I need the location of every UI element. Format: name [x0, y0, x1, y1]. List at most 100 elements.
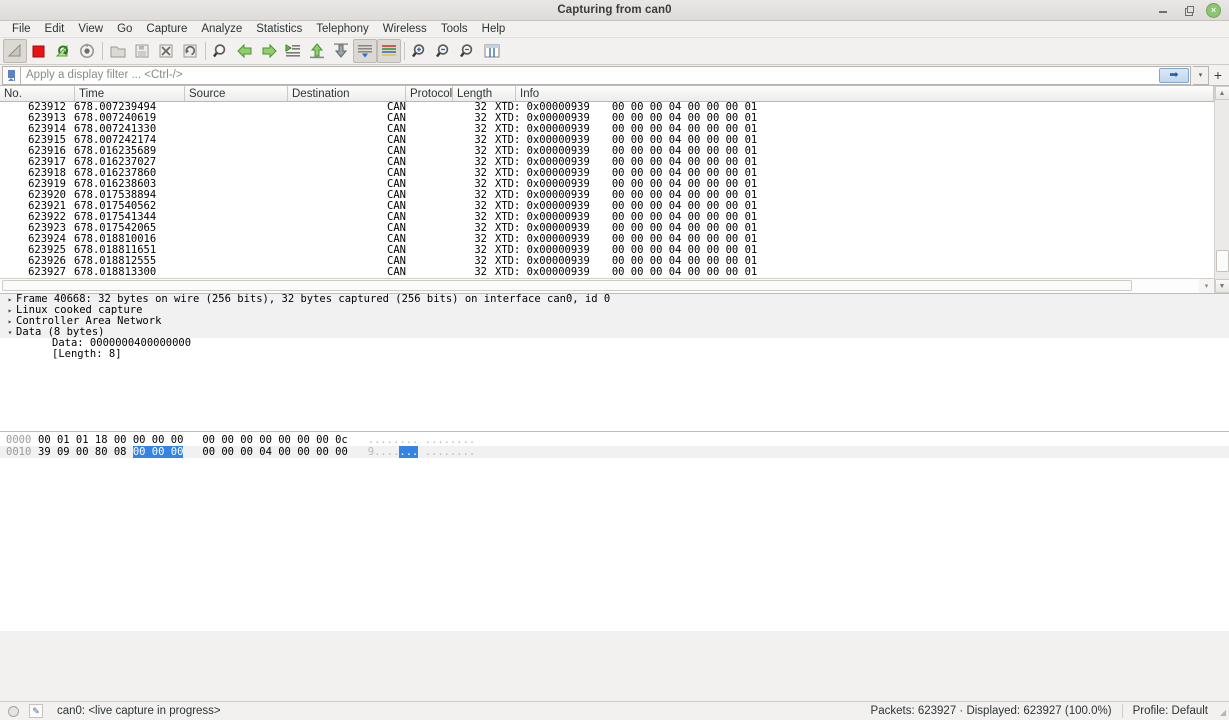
wireshark-window: Capturing from can0 × File Edit View Go …: [0, 0, 1229, 720]
resize-columns-icon[interactable]: [480, 39, 504, 63]
menu-statistics[interactable]: Statistics: [249, 21, 309, 38]
start-capture-icon[interactable]: [3, 39, 27, 63]
cell-no: 623927: [28, 266, 66, 278]
cell-destination: [280, 267, 385, 278]
display-filter-input[interactable]: Apply a display filter ... <Ctrl-/>: [20, 65, 1191, 85]
go-last-packet-icon[interactable]: [329, 39, 353, 63]
toolbar-separator-1: [102, 42, 103, 60]
packet-list-hscrollbar[interactable]: ▾: [0, 278, 1214, 293]
cell-destination: [280, 223, 385, 234]
packet-list-rows[interactable]: 623912 678.007239494 CAN 32 XTD: 0x00000939 0…: [0, 102, 1214, 278]
scroll-up-arrow[interactable]: ▲: [1214, 86, 1229, 100]
cell-destination: [280, 212, 385, 223]
detail-row[interactable]: Data: 0000000400000000: [0, 338, 1229, 349]
packet-counts-text: Packets: 623927 · Displayed: 623927 (100…: [870, 705, 1112, 717]
cell-source: [180, 256, 280, 267]
apply-filter-button[interactable]: ➡: [1159, 67, 1189, 83]
cell-destination: [280, 245, 385, 256]
detail-row[interactable]: ▸ Frame 40668: 32 bytes on wire (256 bits…: [0, 294, 1229, 305]
menu-go[interactable]: Go: [110, 21, 139, 38]
column-header-info[interactable]: Info: [516, 86, 1214, 101]
profile-text[interactable]: Profile: Default: [1133, 705, 1208, 717]
cell-destination: [280, 168, 385, 179]
go-first-packet-icon[interactable]: [305, 39, 329, 63]
table-row[interactable]: 623927 678.018813300 CAN 32 XTD: 0x00000939 0…: [0, 267, 1214, 278]
chevron-right-icon[interactable]: ▸: [4, 294, 16, 305]
packet-list-vscrollbar[interactable]: ▲ ▼: [1214, 86, 1229, 293]
hex-bytes: 00 01 01 18 00 00 00 00 00 00 00 00 00 0…: [38, 433, 348, 446]
menu-file[interactable]: File: [5, 21, 38, 38]
cell-source: [180, 168, 280, 179]
colorize-packets-icon[interactable]: [377, 39, 401, 63]
cell-destination: [280, 201, 385, 212]
menu-help[interactable]: Help: [475, 21, 513, 38]
zoom-out-icon[interactable]: [432, 39, 456, 63]
title-bar: Capturing from can0 ×: [0, 0, 1229, 21]
cell-source: [180, 223, 280, 234]
menu-edit[interactable]: Edit: [38, 21, 72, 38]
zoom-in-icon[interactable]: [408, 39, 432, 63]
auto-scroll-icon[interactable]: [353, 39, 377, 63]
column-header-protocol[interactable]: Protocol: [406, 86, 453, 101]
menu-view[interactable]: View: [71, 21, 110, 38]
maximize-button[interactable]: [1181, 3, 1196, 18]
chevron-right-icon[interactable]: ▸: [4, 305, 16, 316]
hscroll-right-arrow[interactable]: ▾: [1199, 279, 1214, 293]
menu-tools[interactable]: Tools: [434, 21, 475, 38]
chevron-down-icon[interactable]: ▾: [4, 327, 16, 338]
menu-wireless[interactable]: Wireless: [376, 21, 434, 38]
menu-capture[interactable]: Capture: [139, 21, 194, 38]
scroll-down-arrow[interactable]: ▼: [1214, 279, 1229, 293]
chevron-right-icon[interactable]: ▸: [4, 316, 16, 327]
resize-grip[interactable]: [1214, 705, 1226, 717]
close-button[interactable]: ×: [1206, 2, 1221, 18]
hex-row[interactable]: 0010 39 09 00 80 08 00 00 00 00 00 00 04…: [0, 445, 1229, 458]
bottom-filler: [0, 630, 1229, 701]
cell-info-bytes: 00 00 00 04 00 00 00 01: [611, 266, 758, 278]
display-filter-bar: Apply a display filter ... <Ctrl-/> ➡ ▾ …: [0, 65, 1229, 86]
hex-row[interactable]: 0000 00 01 01 18 00 00 00 00 00 00 00 00…: [0, 434, 1229, 446]
filter-bookmark-icon[interactable]: [2, 65, 20, 85]
filter-history-dropdown[interactable]: ▾: [1193, 65, 1209, 85]
expert-info-icon[interactable]: [8, 705, 19, 717]
capture-comment-icon[interactable]: ✎: [29, 704, 43, 718]
find-packet-icon[interactable]: [209, 39, 233, 63]
column-header-time[interactable]: Time: [75, 86, 185, 101]
menu-telephony[interactable]: Telephony: [309, 21, 375, 38]
packet-details-pane[interactable]: ▸ Frame 40668: 32 bytes on wire (256 bits…: [0, 293, 1229, 431]
cell-destination: [280, 113, 385, 124]
toolbar-separator-3: [404, 42, 405, 60]
cell-source: [180, 113, 280, 124]
menu-analyze[interactable]: Analyze: [194, 21, 249, 38]
status-bar: ✎ can0: <live capture in progress> Packe…: [0, 701, 1229, 720]
cell-time: 678.018813300: [74, 266, 157, 278]
detail-row[interactable]: [Length: 8]: [0, 349, 1229, 360]
open-file-icon[interactable]: [106, 39, 130, 63]
go-forward-icon[interactable]: [257, 39, 281, 63]
cell-destination: [280, 135, 385, 146]
capture-options-icon[interactable]: [75, 39, 99, 63]
menu-bar: File Edit View Go Capture Analyze Statis…: [0, 21, 1229, 38]
go-to-packet-icon[interactable]: [281, 39, 305, 63]
detail-row[interactable]: ▸ Controller Area Network: [0, 316, 1229, 327]
packet-bytes-pane[interactable]: 0000 00 01 01 18 00 00 00 00 00 00 00 00…: [0, 430, 1229, 631]
column-header-length[interactable]: Length: [453, 86, 516, 101]
go-back-icon[interactable]: [233, 39, 257, 63]
column-header-source[interactable]: Source: [185, 86, 288, 101]
add-filter-button[interactable]: +: [1209, 68, 1227, 82]
stop-capture-icon[interactable]: [27, 39, 51, 63]
cell-source: [180, 124, 280, 135]
status-separator: [1121, 704, 1123, 718]
column-header-no[interactable]: No.: [0, 86, 75, 101]
zoom-reset-icon[interactable]: [456, 39, 480, 63]
column-header-destination[interactable]: Destination: [288, 86, 406, 101]
save-file-icon[interactable]: [130, 39, 154, 63]
cell-destination: [280, 102, 385, 113]
restart-capture-icon[interactable]: [51, 39, 75, 63]
main-toolbar: [0, 38, 1229, 65]
close-file-icon[interactable]: [154, 39, 178, 63]
cell-info: XTD: 0x00000939 00 00 00 04 00 00 00 01: [495, 266, 758, 278]
reload-file-icon[interactable]: [178, 39, 202, 63]
detail-row[interactable]: ▸ Linux cooked capture: [0, 305, 1229, 316]
minimize-button[interactable]: [1156, 3, 1171, 18]
